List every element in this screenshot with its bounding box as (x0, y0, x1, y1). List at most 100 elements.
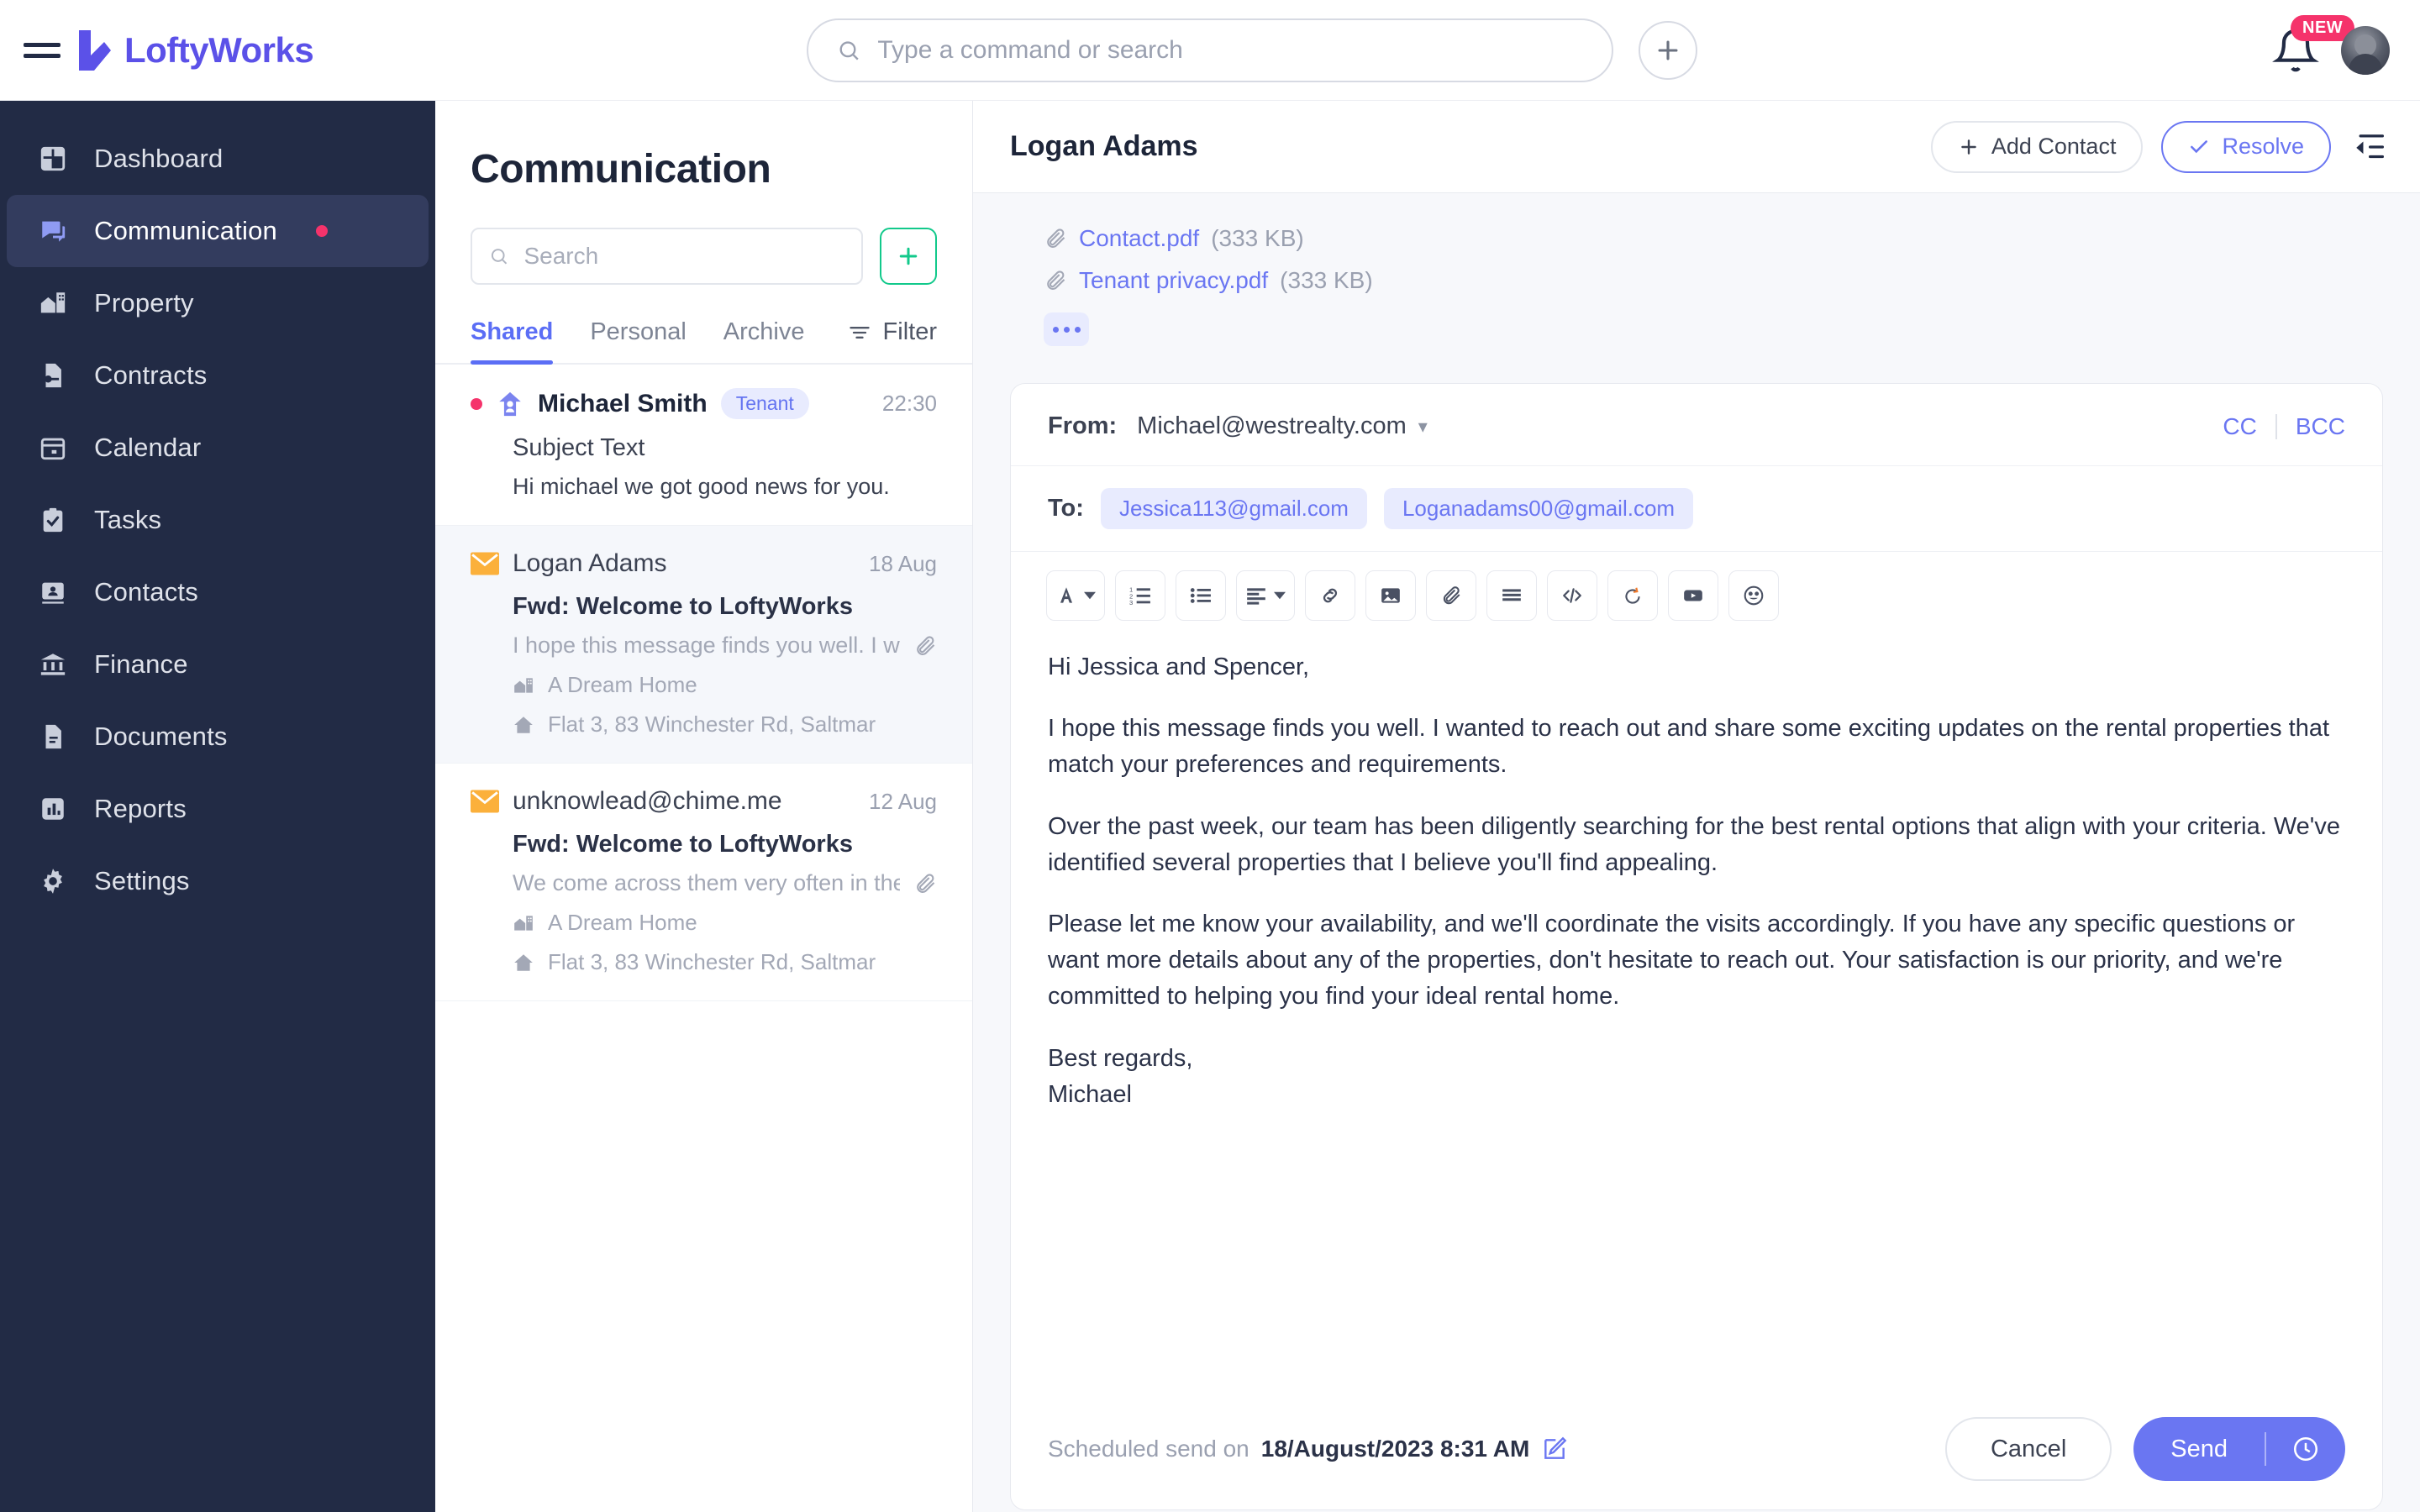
attachment-name[interactable]: Tenant privacy.pdf (1079, 267, 1268, 294)
tab-personal[interactable]: Personal (590, 318, 686, 363)
insert-video-button[interactable] (1668, 570, 1718, 621)
list-search-row (435, 192, 972, 285)
list-search[interactable] (471, 228, 863, 285)
sidebar-item-contacts[interactable]: Contacts (7, 556, 429, 628)
resolve-button[interactable]: Resolve (2161, 120, 2331, 173)
code-view-button[interactable] (1547, 570, 1597, 621)
sidebar-item-label: Documents (94, 722, 228, 751)
sidebar-item-property[interactable]: Property (7, 267, 429, 339)
top-bar-right: NEW (2272, 14, 2390, 75)
user-avatar[interactable] (2341, 25, 2390, 75)
sidebar-item-finance[interactable]: Finance (7, 628, 429, 701)
list-item[interactable]: unknowlead@chime.me 12 Aug Fwd: Welcome … (435, 764, 972, 1001)
font-format-icon (1060, 587, 1073, 603)
attachment-row[interactable]: Tenant privacy.pdf (333 KB) (1044, 267, 2349, 294)
recipient-chip[interactable]: Jessica113@gmail.com (1100, 488, 1367, 529)
cancel-button[interactable]: Cancel (1944, 1417, 2112, 1481)
new-message-button[interactable] (880, 228, 937, 285)
ellipsis-icon[interactable] (1044, 312, 1089, 346)
list-item[interactable]: Michael Smith Tenant 22:30 Subject Text … (435, 365, 972, 526)
sidebar-item-label: Dashboard (94, 144, 224, 173)
contract-key-icon (37, 360, 69, 391)
message-sender: Michael Smith (538, 389, 708, 417)
recipient-chip[interactable]: Loganadams00@gmail.com (1383, 488, 1694, 529)
attachment-name[interactable]: Contact.pdf (1079, 225, 1199, 252)
sidebar-item-calendar[interactable]: Calendar (7, 412, 429, 484)
collapse-panel-icon[interactable] (2349, 128, 2388, 166)
tab-shared[interactable]: Shared (471, 318, 554, 365)
list-item[interactable]: Logan Adams 18 Aug Fwd: Welcome to Lofty… (435, 526, 972, 764)
insert-divider-button[interactable] (1486, 570, 1537, 621)
search-icon (491, 249, 508, 265)
loftyworks-mark-icon (79, 29, 111, 71)
tab-archive[interactable]: Archive (723, 318, 805, 363)
attachment-row[interactable]: Contact.pdf (333 KB) (1044, 225, 2349, 252)
quick-add-button[interactable] (1639, 20, 1697, 80)
list-search-input[interactable] (523, 243, 844, 270)
composer-to-row[interactable]: To: Jessica113@gmail.com Loganadams00@gm… (1011, 466, 2382, 552)
email-composer: From: Michael@westrealty.com ▾ CC BCC To… (1010, 383, 2383, 1510)
undo-button[interactable] (1607, 570, 1658, 621)
filter-button[interactable]: Filter (848, 318, 937, 363)
brand-logo[interactable]: LoftyWorks (76, 29, 314, 71)
email-body[interactable]: Hi Jessica and Spencer, I hope this mess… (1011, 636, 2382, 1395)
chevron-down-icon (1274, 591, 1286, 600)
edit-pencil-icon[interactable] (1541, 1436, 1568, 1462)
message-header: Logan Adams 18 Aug (471, 549, 937, 578)
property-name: A Dream Home (548, 910, 697, 935)
global-search[interactable] (807, 18, 1613, 82)
body-paragraph: Hi Jessica and Spencer, (1048, 654, 1310, 680)
sidebar-item-tasks[interactable]: Tasks (7, 484, 429, 556)
insert-link-button[interactable] (1305, 570, 1355, 621)
attach-file-button[interactable] (1426, 570, 1476, 621)
message-preview-row: Hi michael we got good news for you. (513, 474, 937, 500)
schedule-send-button[interactable] (2266, 1435, 2345, 1463)
message-time: 18 Aug (869, 550, 937, 576)
image-icon (1381, 588, 1400, 603)
clock-icon (2293, 1436, 2318, 1462)
plus-icon (899, 247, 918, 265)
calendar-icon (37, 432, 69, 464)
body-paragraph: Please let me know your availability, an… (1048, 911, 2296, 1011)
text-format-button[interactable] (1046, 570, 1105, 621)
envelope-icon (471, 549, 499, 578)
align-left-icon (1247, 588, 1265, 605)
message-address: Flat 3, 83 Winchester Rd, Saltmar (513, 949, 937, 975)
sidebar-item-contracts[interactable]: Contracts (7, 339, 429, 412)
hamburger-menu-icon[interactable] (24, 37, 60, 64)
search-input[interactable] (877, 35, 1583, 65)
scheduled-date: 18/August/2023 8:31 AM (1260, 1436, 1530, 1462)
composer-actions: Cancel Send (1944, 1417, 2345, 1481)
sidebar-item-documents[interactable]: Documents (7, 701, 429, 773)
address-text: Flat 3, 83 Winchester Rd, Saltmar (548, 949, 876, 974)
add-contact-button[interactable]: Add Contact (1930, 120, 2144, 173)
sidebar-item-dashboard[interactable]: Dashboard (7, 123, 429, 195)
main-panel: Logan Adams Add Contact Resolve Contact.… (973, 101, 2420, 1512)
sidebar-item-label: Contracts (94, 360, 208, 390)
body-paragraph: I hope this message finds you well. I wa… (1048, 715, 2330, 779)
numbered-list-button[interactable]: 123 (1115, 570, 1165, 621)
bank-icon (37, 648, 69, 680)
emoji-button[interactable] (1728, 570, 1779, 621)
undo-icon (1625, 587, 1640, 604)
video-icon (1684, 590, 1702, 601)
paperclip-icon (917, 635, 935, 655)
unread-indicator-dot (315, 225, 328, 237)
chevron-down-icon[interactable]: ▾ (1418, 416, 1428, 438)
thread-attachments: Contact.pdf (333 KB) Tenant privacy.pdf … (1007, 193, 2386, 368)
bcc-button[interactable]: BCC (2296, 413, 2345, 440)
sidebar-item-reports[interactable]: Reports (7, 773, 429, 845)
notifications-button[interactable]: NEW (2272, 14, 2355, 74)
filter-label: Filter (882, 318, 937, 345)
sidebar-item-communication[interactable]: Communication (7, 195, 429, 267)
insert-image-button[interactable] (1365, 570, 1416, 621)
main-scroll-area[interactable]: Contact.pdf (333 KB) Tenant privacy.pdf … (973, 193, 2420, 1512)
message-property: A Dream Home (513, 672, 937, 698)
align-button[interactable] (1236, 570, 1295, 621)
main-header: Logan Adams Add Contact Resolve (973, 101, 2420, 193)
sidebar-item-settings[interactable]: Settings (7, 845, 429, 917)
message-preview-row: We come across them very often in the... (513, 870, 937, 896)
bullet-list-button[interactable] (1176, 570, 1226, 621)
send-button[interactable]: Send (2133, 1417, 2345, 1481)
cc-button[interactable]: CC (2223, 413, 2256, 440)
